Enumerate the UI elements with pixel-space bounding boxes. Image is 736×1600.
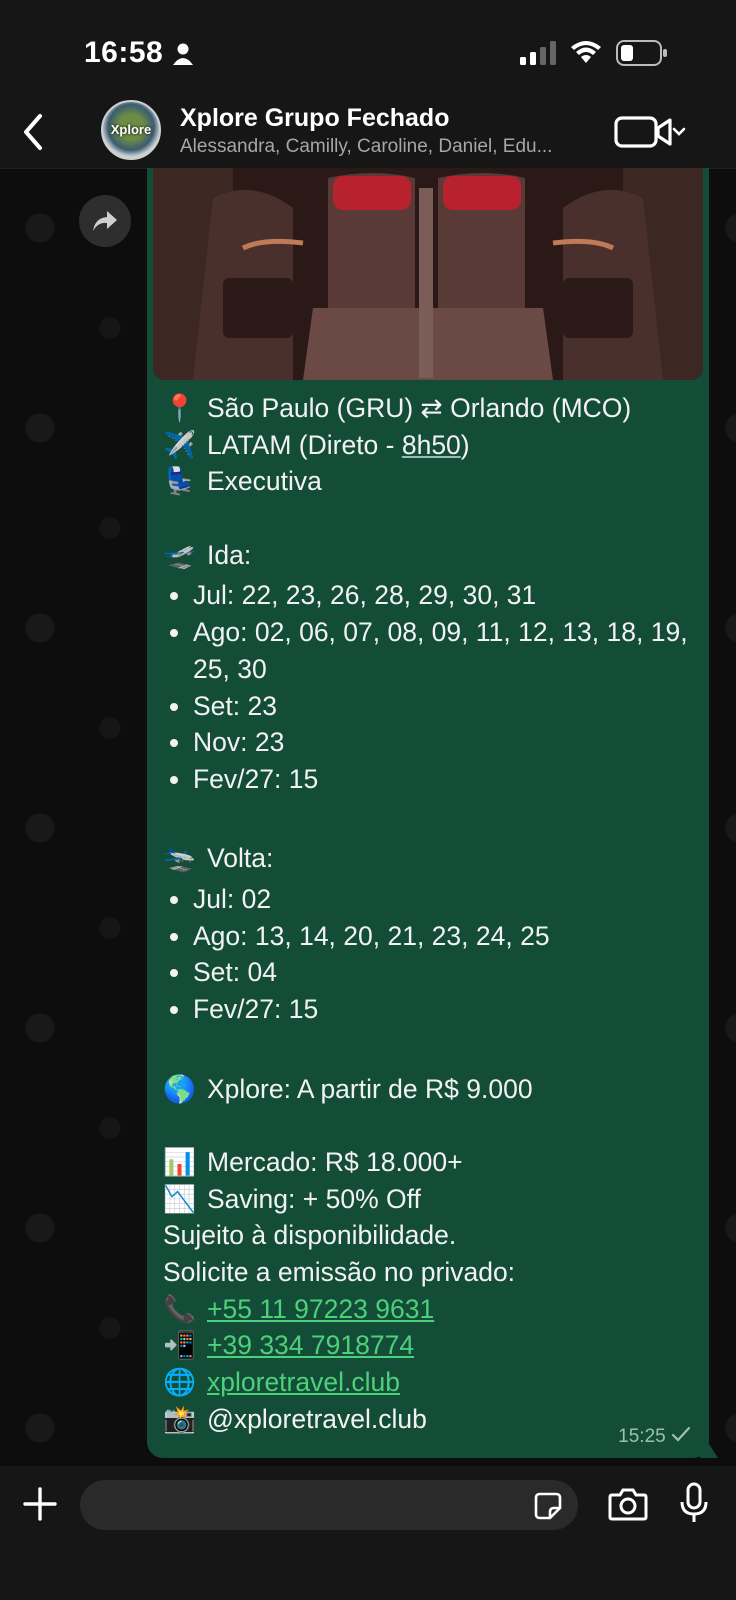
market-price-line: 📊 Mercado: R$ 18.000+	[163, 1144, 703, 1181]
video-call-button[interactable]	[614, 112, 686, 152]
phone1-line: 📞 +55 11 97223 9631	[163, 1291, 703, 1328]
chart-down-icon: 📉	[163, 1183, 196, 1214]
pin-icon: 📍	[163, 393, 196, 423]
back-arrow-icon[interactable]	[20, 112, 46, 152]
forward-icon	[93, 211, 117, 231]
list-item: Set: 23	[193, 688, 703, 725]
xplore-price-line: 🌎 Xplore: A partir de R$ 9.000	[163, 1071, 703, 1108]
avatar-text: Xplore	[110, 122, 152, 137]
message-input[interactable]	[80, 1480, 578, 1530]
message-image[interactable]	[153, 168, 703, 380]
route-line: 📍 São Paulo (GRU) ⇄ Orlando (MCO)	[163, 390, 703, 427]
return-heading: 🛬 Volta:	[163, 840, 703, 877]
cabin-text: Executiva	[207, 466, 322, 497]
wifi-icon	[571, 41, 601, 63]
list-item: Fev/27: 15	[193, 991, 703, 1028]
phone-icon: 📞	[163, 1293, 196, 1324]
status-indicators	[520, 40, 668, 66]
airline-prefix: LATAM (Direto -	[207, 429, 402, 460]
chart-icon: 📊	[163, 1146, 196, 1177]
forward-button[interactable]	[79, 195, 131, 247]
sticker-icon[interactable]	[534, 1492, 562, 1520]
saving-line: 📉 Saving: + 50% Off	[163, 1181, 703, 1218]
message-text: 📍 São Paulo (GRU) ⇄ Orlando (MCO) ✈️ LATAM…	[163, 390, 703, 1437]
phone1-link[interactable]: +55 11 97223 9631	[207, 1294, 434, 1324]
microphone-button[interactable]	[680, 1482, 708, 1524]
list-item: Fev/27: 15	[193, 761, 703, 798]
xplore-price: Xplore: A partir de R$ 9.000	[207, 1073, 533, 1104]
list-item: Ago: 02, 06, 07, 08, 09, 11, 12, 13, 18,…	[193, 614, 703, 687]
instagram-handle: @xploretravel.club	[207, 1403, 427, 1434]
return-label: Volta:	[207, 843, 274, 874]
message-bubble[interactable]: 📍 São Paulo (GRU) ⇄ Orlando (MCO) ✈️ LATAM…	[147, 168, 709, 1458]
arrival-icon: 🛬	[163, 843, 196, 874]
status-time: 16:58	[84, 36, 164, 69]
list-item: Jul: 22, 23, 26, 28, 29, 30, 31	[193, 577, 703, 614]
outbound-label: Ida:	[207, 539, 252, 570]
attach-plus-button[interactable]	[22, 1486, 58, 1522]
sent-check-icon	[671, 1426, 691, 1442]
business-class-seats-image	[153, 168, 703, 380]
mobile-icon: 📲	[163, 1330, 196, 1361]
group-avatar[interactable]: Xplore	[101, 100, 161, 160]
website-link[interactable]: xploretravel.club	[207, 1367, 400, 1397]
availability-text: Sujeito à disponibilidade.	[163, 1220, 457, 1251]
web-icon: 🌐	[163, 1367, 196, 1398]
outbound-heading: 🛫 Ida:	[163, 537, 703, 574]
departure-icon: 🛫	[163, 539, 196, 570]
list-item: Nov: 23	[193, 724, 703, 761]
request-text: Solicite a emissão no privado:	[163, 1256, 516, 1287]
message-timestamp: 15:25	[618, 1426, 691, 1448]
camera-emoji-icon: 📸	[163, 1403, 196, 1434]
airline-suffix: )	[460, 429, 470, 460]
market-price: Mercado: R$ 18.000+	[207, 1146, 463, 1177]
saving-text: Saving: + 50% Off	[207, 1183, 421, 1214]
globe-icon: 🌎	[163, 1073, 196, 1104]
camera-button[interactable]	[608, 1486, 648, 1522]
flight-duration[interactable]: 8h50	[402, 430, 461, 460]
timestamp-text: 15:25	[618, 1426, 666, 1447]
phone2-link[interactable]: +39 334 7918774	[207, 1330, 414, 1360]
seat-icon: 💺	[163, 466, 196, 497]
list-item: Ago: 13, 14, 20, 21, 23, 24, 25	[193, 918, 703, 955]
return-dates-list: Jul: 02 Ago: 13, 14, 20, 21, 23, 24, 25 …	[163, 881, 703, 1028]
chat-participants[interactable]: Alessandra, Camilly, Caroline, Daniel, E…	[180, 136, 590, 158]
chat-title[interactable]: Xplore Grupo Fechado	[180, 104, 449, 133]
outbound-dates-list: Jul: 22, 23, 26, 28, 29, 30, 31 Ago: 02,…	[163, 577, 703, 797]
signal-icon	[520, 41, 556, 65]
person-icon	[173, 43, 193, 65]
battery-icon	[616, 40, 667, 66]
list-item: Set: 04	[193, 954, 703, 991]
phone2-line: 📲 +39 334 7918774	[163, 1327, 703, 1364]
website-line: 🌐 xploretravel.club	[163, 1364, 703, 1401]
route-text: São Paulo (GRU) ⇄ Orlando (MCO)	[207, 393, 632, 423]
top-bar: 16:58 Xplore Xplore Grupo Fechado Alessa…	[0, 0, 736, 169]
message-composer	[0, 1466, 736, 1600]
airline-line: ✈️ LATAM (Direto - 8h50)	[163, 427, 703, 464]
plane-icon: ✈️	[163, 429, 196, 460]
cabin-line: 💺 Executiva	[163, 463, 703, 500]
list-item: Jul: 02	[193, 881, 703, 918]
